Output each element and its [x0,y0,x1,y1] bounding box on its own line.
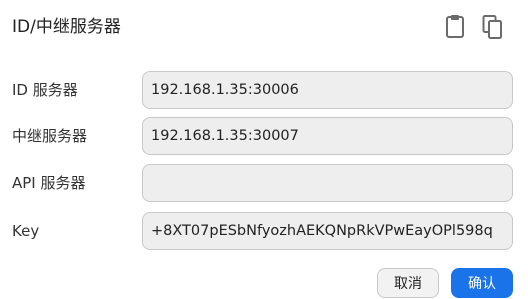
cancel-button[interactable]: 取消 [377,268,439,298]
dialog-title: ID/中继服务器 [12,17,121,37]
id-server-input[interactable] [142,71,513,109]
id-server-row: ID 服务器 [0,71,528,109]
ok-button[interactable]: 确认 [451,268,513,298]
copy-icon[interactable] [482,14,504,40]
api-server-row: API 服务器 [0,164,528,202]
key-row: Key [0,212,528,250]
key-input[interactable] [142,212,513,250]
server-settings-dialog: ID/中继服务器 ID 服务器 中继服务器 API 服务器 Key 取消 确认 [0,0,528,299]
clipboard-paste-icon[interactable] [445,14,467,40]
api-server-label: API 服务器 [12,174,86,192]
id-server-label: ID 服务器 [12,81,78,99]
relay-server-input[interactable] [142,117,513,155]
api-server-input[interactable] [142,164,513,202]
relay-server-row: 中继服务器 [0,117,528,155]
key-label: Key [12,222,40,240]
relay-server-label: 中继服务器 [12,127,88,145]
